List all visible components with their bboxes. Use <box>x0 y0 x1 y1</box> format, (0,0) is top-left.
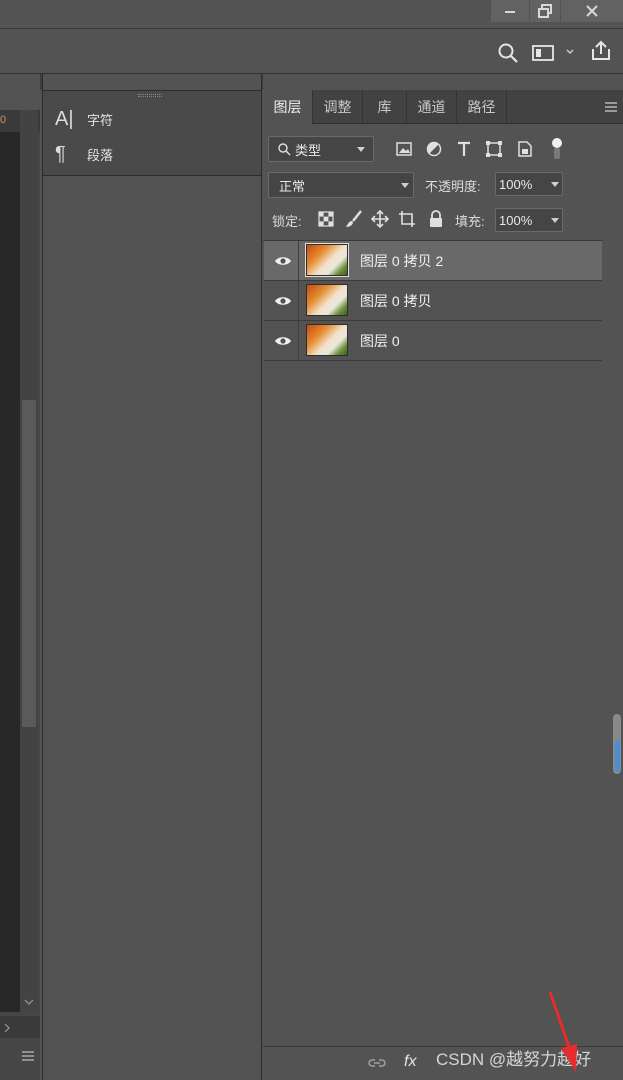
fill-field[interactable]: 100% <box>495 208 563 232</box>
layer-name[interactable]: 图层 0 拷贝 <box>360 281 432 321</box>
tab-libraries[interactable]: 库 <box>363 90 407 124</box>
layer-style-button[interactable]: fx <box>404 1053 416 1071</box>
layer-row[interactable]: 图层 0 拷贝 <box>264 281 602 321</box>
layer-name[interactable]: 图层 0 <box>360 321 400 361</box>
chevron-down-icon <box>357 146 365 152</box>
character-label: 字符 <box>87 112 114 128</box>
row-separator <box>298 281 299 321</box>
layer-thumbnail[interactable] <box>306 324 348 356</box>
lock-transparent-pixels-icon[interactable] <box>318 211 334 227</box>
smart-object-filter-icon[interactable] <box>516 140 534 158</box>
filter-kind-value: 类型 <box>295 142 322 158</box>
row-separator <box>298 241 299 281</box>
shape-filter-icon[interactable] <box>485 140 503 158</box>
ruler-value: 0 <box>0 114 7 126</box>
character-panel: A| 字符 ¶ 段落 <box>42 90 262 176</box>
opacity-value: 100% <box>499 176 533 192</box>
scroll-down-icon[interactable] <box>24 998 34 1006</box>
panel-menu-icon[interactable] <box>22 1051 34 1061</box>
search-icon <box>278 143 291 156</box>
tab-adjustments[interactable]: 调整 <box>313 90 363 124</box>
eye-icon[interactable] <box>274 294 292 308</box>
eye-icon[interactable] <box>274 334 292 348</box>
opacity-label: 不透明度: <box>425 179 481 194</box>
character-item[interactable]: A| 字符 <box>55 104 113 134</box>
tab-paths[interactable]: 路径 <box>457 90 507 124</box>
layer-name[interactable]: 图层 0 拷贝 2 <box>360 241 443 281</box>
lock-all-icon[interactable] <box>428 210 444 228</box>
share-button[interactable] <box>590 40 612 62</box>
restore-icon <box>538 4 552 18</box>
filter-toggle-icon[interactable] <box>549 137 565 161</box>
adjustment-filter-icon[interactable] <box>425 140 443 158</box>
link-layers-icon[interactable] <box>368 1057 386 1069</box>
fill-label: 填充: <box>455 214 485 229</box>
workspace-icon <box>532 45 574 61</box>
pixel-filter-icon[interactable] <box>395 140 413 158</box>
paragraph-label: 段落 <box>87 147 114 163</box>
blend-mode-value: 正常 <box>279 178 306 194</box>
chevron-down-icon <box>551 217 559 223</box>
character-panel-column <box>42 74 262 1080</box>
chevron-down-icon <box>551 181 559 187</box>
filter-kind-select[interactable]: 类型 <box>268 136 374 162</box>
lock-artboard-icon[interactable] <box>398 210 416 228</box>
tab-layers[interactable]: 图层 <box>263 90 313 124</box>
scroll-right-icon <box>4 1023 10 1033</box>
close-button[interactable] <box>561 0 623 22</box>
fill-value: 100% <box>499 212 533 228</box>
layer-row[interactable]: 图层 0 拷贝 2 <box>264 241 602 281</box>
lock-position-icon[interactable] <box>371 210 389 228</box>
blend-mode-select[interactable]: 正常 <box>268 172 414 198</box>
share-icon <box>592 40 610 60</box>
workspace-button[interactable] <box>532 44 574 62</box>
horizontal-scrollbar[interactable] <box>0 1016 40 1038</box>
options-toolbar <box>0 28 623 74</box>
minimize-icon <box>505 11 515 13</box>
chevron-down-icon <box>401 182 409 188</box>
paragraph-icon: ¶ <box>55 142 66 165</box>
layer-thumbnail[interactable] <box>306 284 348 316</box>
search-button[interactable] <box>497 42 519 64</box>
close-icon <box>586 5 598 17</box>
opacity-field[interactable]: 100% <box>495 172 563 196</box>
tab-channels[interactable]: 通道 <box>407 90 457 124</box>
layers-panel-tabs: 图层 调整 库 通道 路径 <box>263 90 623 124</box>
window-titlebar <box>0 0 623 28</box>
layer-row[interactable]: 图层 0 <box>264 321 602 361</box>
layer-thumbnail[interactable] <box>305 243 349 277</box>
minimize-button[interactable] <box>491 0 529 22</box>
document-scroll-thumb[interactable] <box>22 400 36 727</box>
row-separator <box>298 321 299 361</box>
search-icon <box>498 43 518 63</box>
restore-button[interactable] <box>530 0 560 22</box>
scroll-position-indicator <box>615 740 620 772</box>
drag-handle[interactable] <box>138 94 162 97</box>
document-canvas[interactable] <box>0 132 20 1012</box>
eye-icon[interactable] <box>274 254 292 268</box>
document-tab-strip <box>0 74 40 110</box>
red-arrow-annotation <box>548 991 577 1072</box>
panel-menu-icon[interactable] <box>605 102 617 112</box>
lock-label: 锁定: <box>272 214 302 229</box>
character-icon: A| <box>55 107 74 130</box>
lock-image-pixels-icon[interactable] <box>344 209 364 229</box>
type-filter-icon[interactable] <box>455 140 473 158</box>
paragraph-item[interactable]: ¶ 段落 <box>55 139 113 169</box>
